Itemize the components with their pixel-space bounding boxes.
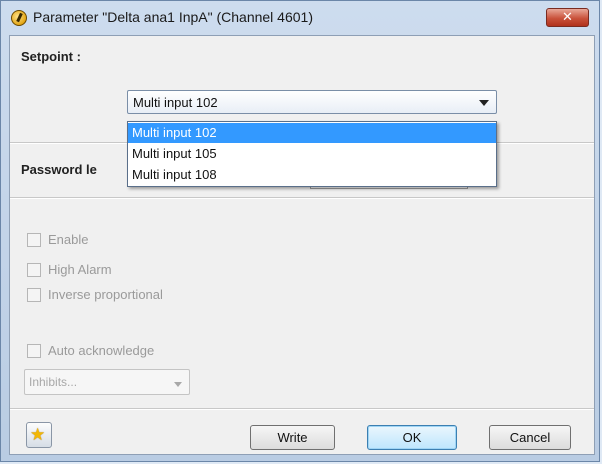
high-alarm-label: High Alarm <box>48 262 112 277</box>
cancel-button[interactable]: Cancel <box>489 425 571 450</box>
dropdown-option[interactable]: Multi input 108 <box>128 165 496 185</box>
ok-button[interactable]: OK <box>367 425 457 450</box>
enable-label: Enable <box>48 232 89 247</box>
dropdown-option[interactable]: Multi input 105 <box>128 144 496 164</box>
inhibits-value: Inhibits... <box>29 375 78 389</box>
chevron-down-icon <box>174 382 182 387</box>
window-title: Parameter "Delta ana1 InpA" (Channel 460… <box>33 9 313 25</box>
gauge-icon <box>11 10 27 26</box>
setpoint-selected-value: Multi input 102 <box>133 95 218 110</box>
password-level-label: Password le <box>21 162 97 177</box>
setpoint-label: Setpoint : <box>21 49 81 64</box>
divider <box>10 408 594 410</box>
enable-checkbox[interactable] <box>27 233 41 247</box>
auto-acknowledge-label: Auto acknowledge <box>48 343 155 358</box>
inhibits-select: Inhibits... <box>24 369 190 395</box>
chevron-down-icon <box>479 100 489 106</box>
star-icon: ★ <box>30 425 46 445</box>
divider <box>10 197 594 199</box>
dialog-body: Setpoint : Multi input 102 Password le E… <box>9 35 595 455</box>
inverse-proportional-checkbox[interactable] <box>27 288 41 302</box>
title-bar[interactable]: Parameter "Delta ana1 InpA" (Channel 460… <box>1 1 599 34</box>
setpoint-select[interactable]: Multi input 102 <box>127 90 497 114</box>
close-button[interactable]: ✕ <box>546 8 589 27</box>
high-alarm-checkbox[interactable] <box>27 263 41 277</box>
inverse-proportional-label: Inverse proportional <box>48 287 163 302</box>
dropdown-option[interactable]: Multi input 102 <box>128 123 496 143</box>
parameter-dialog: Parameter "Delta ana1 InpA" (Channel 460… <box>0 0 600 462</box>
auto-acknowledge-checkbox[interactable] <box>27 344 41 358</box>
setpoint-dropdown-list: Multi input 102 Multi input 105 Multi in… <box>127 121 497 187</box>
favorite-button[interactable]: ★ <box>26 422 52 448</box>
write-button[interactable]: Write <box>250 425 335 450</box>
